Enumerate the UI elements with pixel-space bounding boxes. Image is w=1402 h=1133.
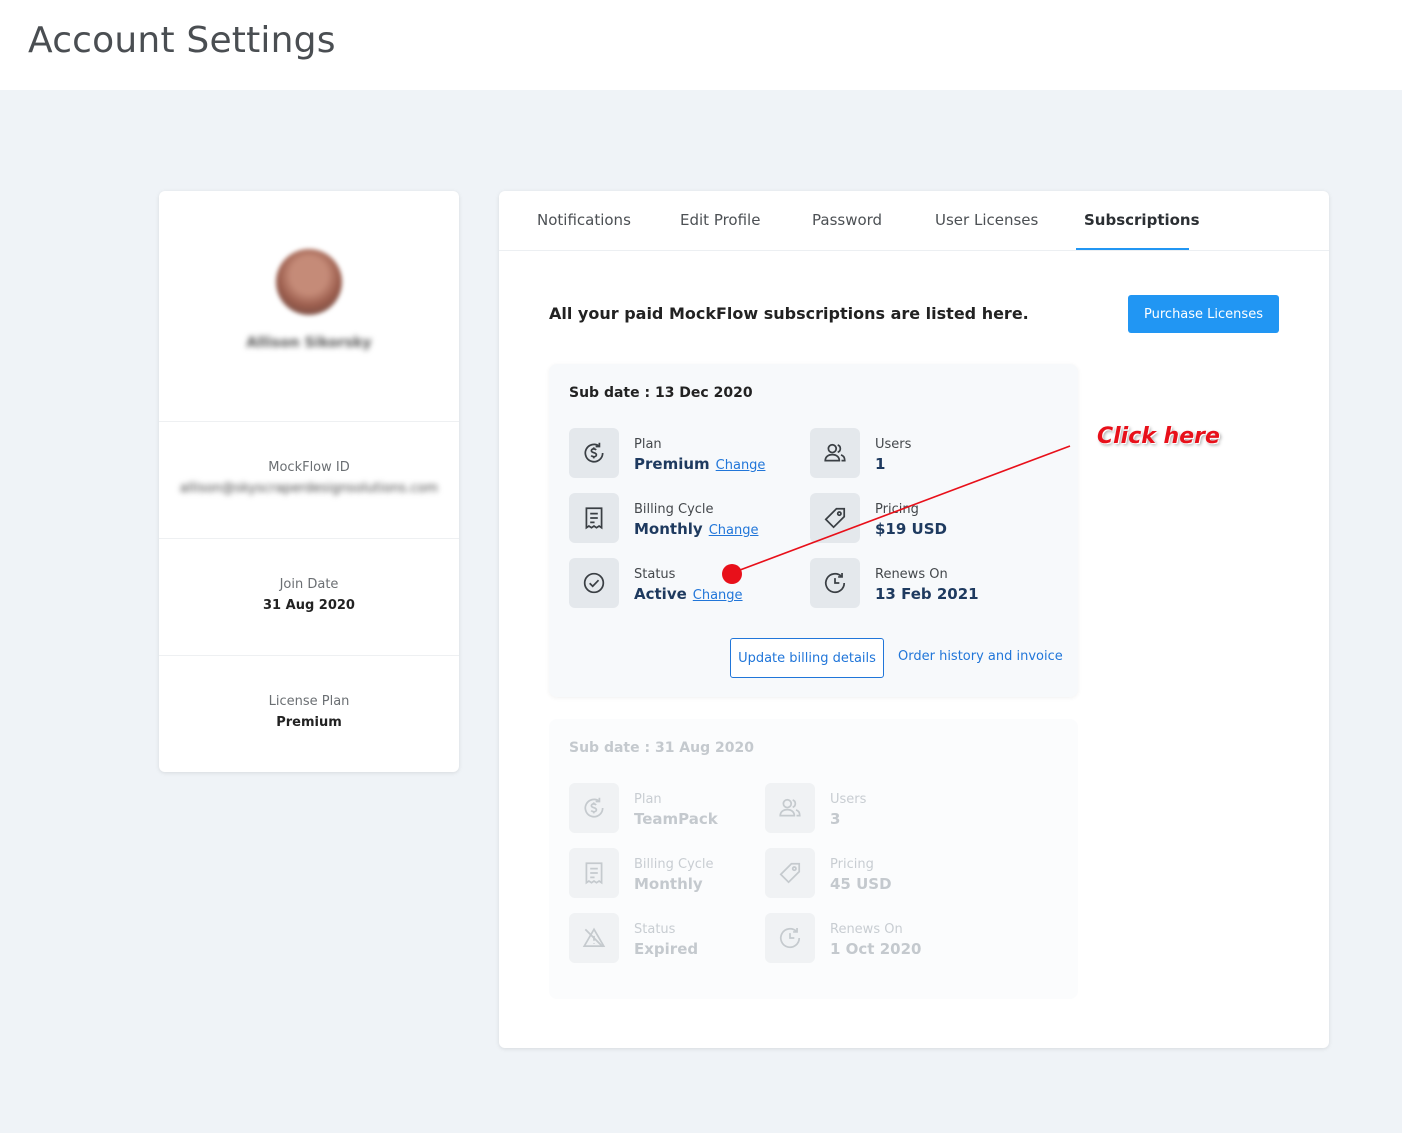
renews-on-label: Renews On bbox=[875, 567, 948, 582]
check-circle-icon bbox=[569, 558, 619, 608]
warning-expired-icon bbox=[569, 913, 619, 963]
users-icon bbox=[810, 428, 860, 478]
tab-password[interactable]: Password bbox=[812, 211, 882, 229]
clock-renew-icon bbox=[810, 558, 860, 608]
tab-edit-profile[interactable]: Edit Profile bbox=[680, 211, 760, 229]
settings-tabs: Notifications Edit Profile Password User… bbox=[499, 191, 1329, 251]
license-plan-section: License Plan Premium bbox=[159, 655, 459, 772]
click-here-annotation: Click here bbox=[1097, 424, 1220, 449]
billing-cycle-label: Billing Cycle bbox=[634, 502, 714, 517]
subscription-card-expired: Sub date : 31 Aug 2020 Plan TeamPack Use… bbox=[549, 719, 1078, 999]
order-history-link[interactable]: Order history and invoice bbox=[898, 649, 1063, 664]
clock-renew-icon bbox=[765, 913, 815, 963]
plan-value: TeamPack bbox=[634, 810, 718, 828]
users-icon bbox=[765, 783, 815, 833]
billing-cycle-value: Monthly bbox=[634, 520, 703, 538]
billing-cycle-value: Monthly bbox=[634, 875, 703, 893]
mockflow-id-section: MockFlow ID allison@skyscraperdesignsolu… bbox=[159, 421, 459, 538]
dollar-refresh-icon bbox=[569, 428, 619, 478]
settings-panel: Notifications Edit Profile Password User… bbox=[499, 191, 1329, 1048]
pricing-label: Pricing bbox=[830, 857, 874, 872]
license-plan-value: Premium bbox=[276, 715, 342, 730]
sub-date: Sub date : 31 Aug 2020 bbox=[569, 740, 754, 756]
pricing-label: Pricing bbox=[875, 502, 919, 517]
license-plan-label: License Plan bbox=[268, 694, 350, 709]
subscription-card-active: Sub date : 13 Dec 2020 Plan Premium Chang… bbox=[549, 364, 1078, 697]
receipt-icon bbox=[569, 493, 619, 543]
status-label: Status bbox=[634, 567, 676, 582]
change-billing-cycle-link[interactable]: Change bbox=[709, 523, 759, 538]
join-date-value: 31 Aug 2020 bbox=[263, 598, 355, 613]
subscriptions-intro: All your paid MockFlow subscriptions are… bbox=[549, 304, 1029, 323]
change-status-link[interactable]: Change bbox=[693, 588, 743, 603]
profile-username: Allison Sikorsky bbox=[246, 335, 372, 351]
status-value-row: Active Change bbox=[634, 585, 743, 603]
receipt-icon bbox=[569, 848, 619, 898]
billing-cycle-value-row: Monthly Change bbox=[634, 520, 758, 538]
tab-notifications[interactable]: Notifications bbox=[537, 211, 631, 229]
mockflow-id-value: allison@skyscraperdesignsolutions.com bbox=[179, 481, 439, 496]
change-plan-link[interactable]: Change bbox=[716, 458, 766, 473]
update-billing-button[interactable]: Update billing details bbox=[730, 638, 884, 678]
join-date-label: Join Date bbox=[279, 577, 339, 592]
tab-subscriptions[interactable]: Subscriptions bbox=[1084, 211, 1200, 229]
active-tab-indicator bbox=[1076, 248, 1189, 250]
top-header: Account Settings bbox=[0, 0, 1402, 90]
plan-label: Plan bbox=[634, 792, 662, 807]
renews-on-value: 13 Feb 2021 bbox=[875, 585, 979, 603]
renews-on-label: Renews On bbox=[830, 922, 903, 937]
page-title: Account Settings bbox=[28, 20, 336, 61]
purchase-licenses-button[interactable]: Purchase Licenses bbox=[1128, 295, 1279, 333]
mockflow-id-label: MockFlow ID bbox=[268, 460, 350, 475]
sub-date: Sub date : 13 Dec 2020 bbox=[569, 385, 753, 401]
pricing-value: $19 USD bbox=[875, 520, 947, 538]
dollar-refresh-icon bbox=[569, 783, 619, 833]
status-value: Active bbox=[634, 585, 687, 603]
renews-on-value: 1 Oct 2020 bbox=[830, 940, 922, 958]
plan-value-row: Premium Change bbox=[634, 455, 765, 473]
users-value: 1 bbox=[875, 455, 886, 473]
join-date-section: Join Date 31 Aug 2020 bbox=[159, 538, 459, 655]
price-tag-icon bbox=[765, 848, 815, 898]
status-value: Expired bbox=[634, 940, 699, 958]
users-value: 3 bbox=[830, 810, 841, 828]
avatar bbox=[276, 249, 342, 315]
price-tag-icon bbox=[810, 493, 860, 543]
tab-user-licenses[interactable]: User Licenses bbox=[935, 211, 1038, 229]
pricing-value: 45 USD bbox=[830, 875, 892, 893]
status-label: Status bbox=[634, 922, 676, 937]
plan-label: Plan bbox=[634, 437, 662, 452]
users-label: Users bbox=[830, 792, 867, 807]
users-label: Users bbox=[875, 437, 912, 452]
plan-value: Premium bbox=[634, 455, 710, 473]
profile-card: Allison Sikorsky MockFlow ID allison@sky… bbox=[159, 191, 459, 772]
billing-cycle-label: Billing Cycle bbox=[634, 857, 714, 872]
